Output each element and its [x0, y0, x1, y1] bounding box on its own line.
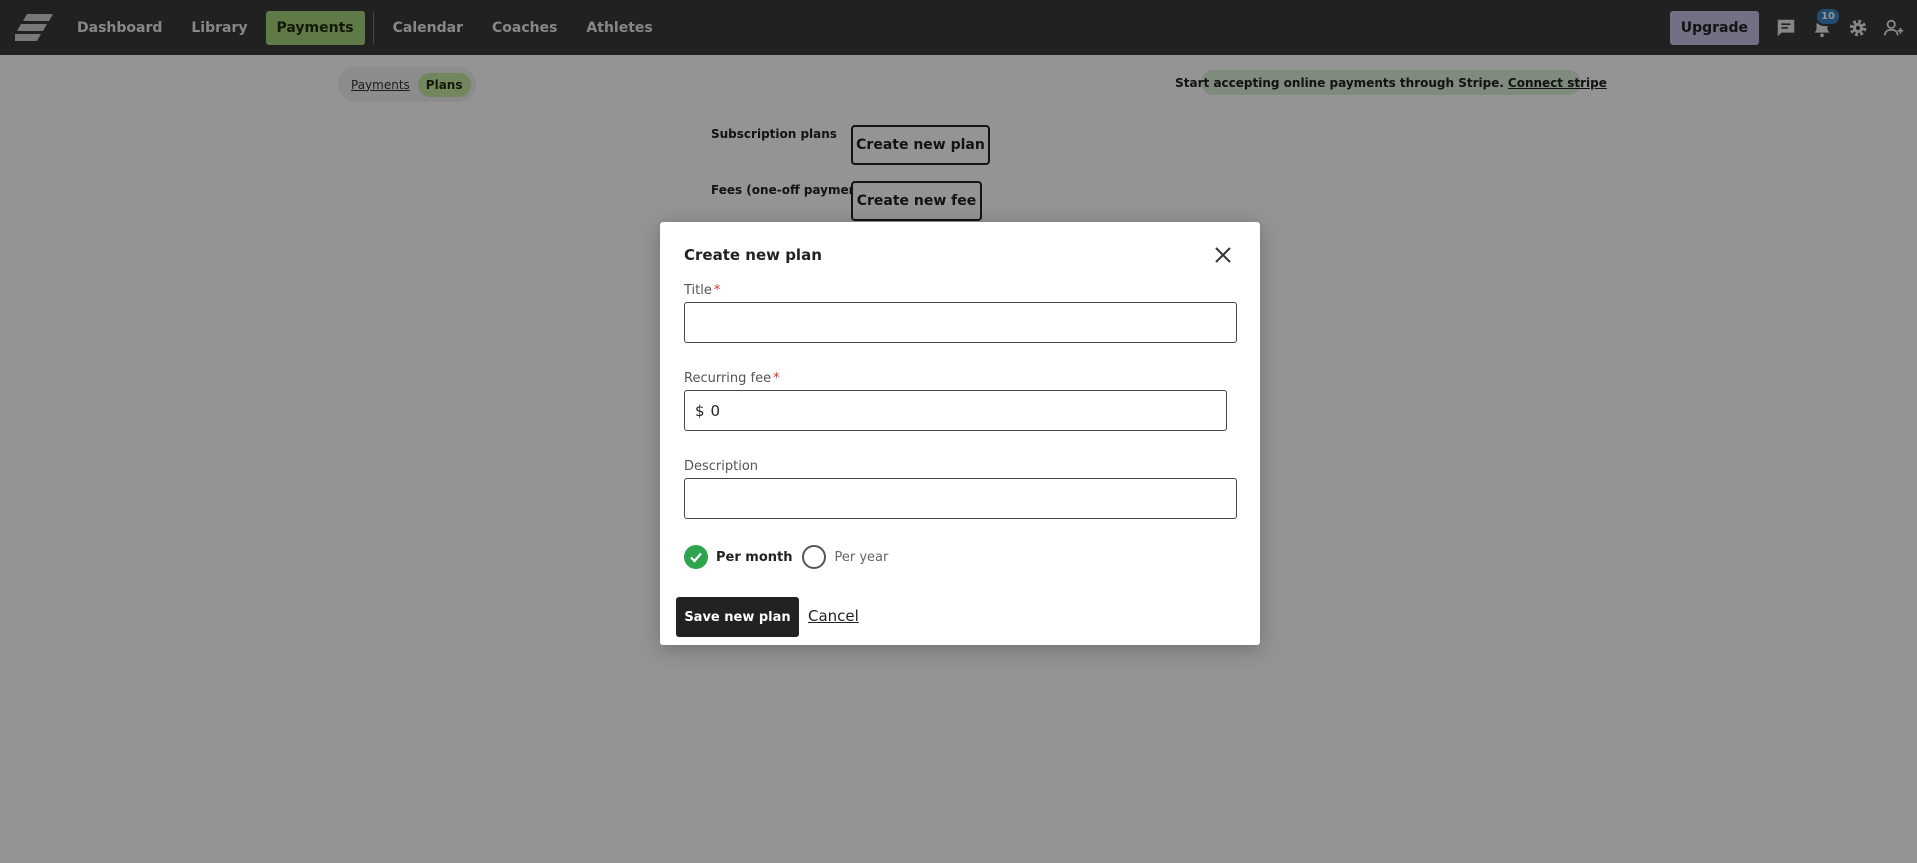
title-input[interactable] — [684, 302, 1237, 343]
per-month-radio[interactable] — [684, 545, 708, 569]
title-label-text: Title — [684, 283, 712, 298]
cancel-link[interactable]: Cancel — [808, 607, 859, 625]
required-mark: * — [773, 371, 780, 386]
recurring-fee-input[interactable] — [710, 401, 1191, 420]
description-input[interactable] — [684, 478, 1237, 519]
title-field-label: Title * — [684, 283, 720, 298]
required-mark: * — [713, 283, 721, 298]
recurring-fee-label-text: Recurring fee — [684, 371, 772, 386]
save-new-plan-button[interactable]: Save new plan — [676, 597, 799, 637]
per-year-radio[interactable] — [802, 545, 827, 569]
billing-period-group: Per month Per year — [684, 544, 898, 570]
modal-title: Create new plan — [684, 246, 822, 264]
recurring-fee-label: Recurring fee * — [684, 371, 780, 386]
description-field-label: Description — [684, 459, 759, 474]
close-icon[interactable] — [1212, 244, 1234, 266]
currency-symbol: $ — [695, 401, 705, 420]
per-year-label[interactable]: Per year — [834, 550, 888, 565]
per-month-label[interactable]: Per month — [716, 550, 792, 565]
recurring-fee-field[interactable]: $ — [684, 390, 1227, 431]
create-plan-modal: Create new plan Title * Recurring fee * $ … — [660, 222, 1260, 645]
